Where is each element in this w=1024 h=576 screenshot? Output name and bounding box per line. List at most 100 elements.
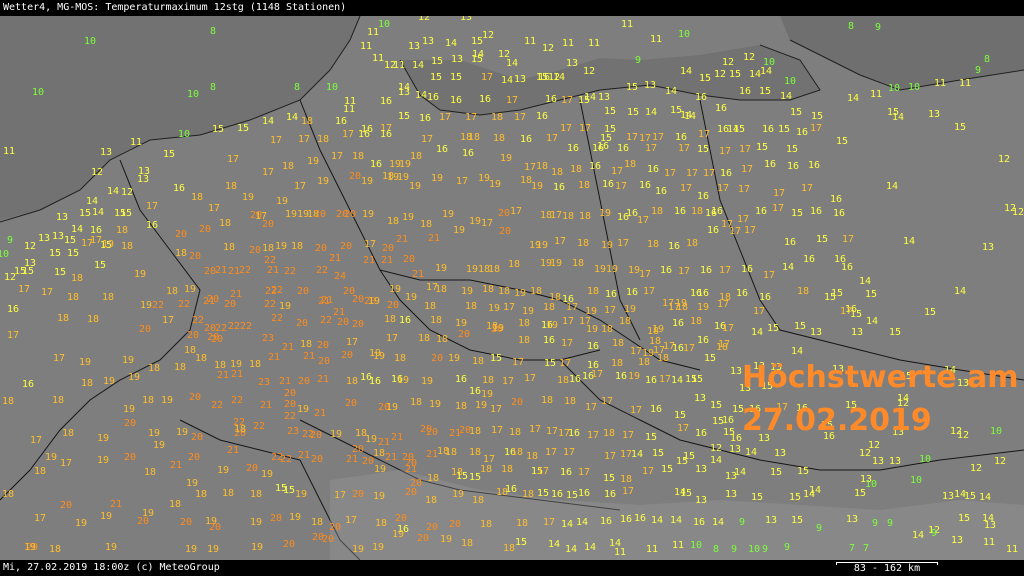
station-value: 14 — [809, 485, 821, 496]
station-value: 15 — [54, 267, 66, 278]
station-value: 17 — [331, 151, 343, 162]
station-value: 21 — [170, 460, 182, 471]
station-value: 9 — [635, 55, 641, 66]
station-value: 19 — [392, 529, 404, 540]
station-value: 16 — [796, 127, 808, 138]
station-value: 16 — [803, 254, 815, 265]
station-value: 20 — [315, 243, 327, 254]
station-value: 21 — [378, 437, 390, 448]
station-value: 19 — [207, 544, 219, 555]
station-value: 16 — [450, 95, 462, 106]
station-value: 15 — [676, 456, 688, 467]
station-value: 18 — [612, 338, 624, 349]
station-value: 17 — [298, 134, 310, 145]
station-value: 16 — [660, 265, 672, 276]
station-value: 11 — [524, 36, 536, 47]
station-value: 15 — [237, 123, 249, 134]
station-value: 13 — [872, 456, 884, 467]
station-value: 20 — [403, 254, 415, 265]
station-value: 20 — [175, 229, 187, 240]
station-value: 19 — [140, 300, 152, 311]
station-value: 14 — [671, 375, 683, 386]
station-value: 16 — [755, 206, 767, 217]
station-value: 19 — [251, 542, 263, 553]
station-value: 18 — [49, 544, 61, 555]
station-value: 20 — [246, 463, 258, 474]
station-value: 19 — [397, 375, 409, 386]
station-value: 12 — [970, 463, 982, 474]
station-value: 16 — [833, 208, 845, 219]
station-value: 19 — [652, 324, 664, 335]
station-value: 17 — [30, 435, 42, 446]
station-value: 17 — [439, 112, 451, 123]
station-value: 17 — [481, 72, 493, 83]
station-value: 11 — [646, 544, 658, 555]
station-value: 17 — [604, 305, 616, 316]
station-value: 13 — [695, 464, 707, 475]
station-value: 17 — [41, 287, 53, 298]
station-value: 18 — [603, 428, 615, 439]
station-value: 15 — [471, 54, 483, 65]
station-value: 17 — [554, 236, 566, 247]
station-value: 18 — [375, 518, 387, 529]
station-value: 19 — [185, 544, 197, 555]
station-value: 18 — [250, 489, 262, 500]
station-value: 15 — [544, 358, 556, 369]
station-value: 8 — [848, 21, 854, 32]
station-value: 20 — [298, 376, 310, 387]
station-value: 19 — [45, 452, 57, 463]
station-value: 16 — [536, 111, 548, 122]
station-value: 18 — [509, 427, 521, 438]
station-value: 9 — [7, 235, 13, 246]
station-value: 13 — [889, 456, 901, 467]
station-value: 12 — [542, 43, 554, 54]
station-value: 16 — [419, 113, 431, 124]
station-value: 16 — [830, 194, 842, 205]
station-value: 18 — [647, 239, 659, 250]
station-value: 10 — [888, 83, 900, 94]
station-value: 18 — [166, 286, 178, 297]
station-value: 19 — [624, 304, 636, 315]
station-value: 15 — [490, 353, 502, 364]
map-title: Wetter4, MG-MOS: Temperaturmaximum 12stg… — [3, 2, 347, 13]
station-value: 19 — [599, 208, 611, 219]
station-value: 18 — [387, 216, 399, 227]
station-value: 19 — [431, 173, 443, 184]
station-value: 17 — [342, 129, 354, 140]
station-value: 18 — [249, 359, 261, 370]
station-value: 22 — [228, 321, 240, 332]
station-value: 14 — [782, 262, 794, 273]
station-value: 17 — [617, 238, 629, 249]
station-value: 14 — [412, 60, 424, 71]
station-value: 19 — [481, 389, 493, 400]
station-value: 16 — [602, 179, 614, 190]
station-value: 19 — [421, 376, 433, 387]
station-value: 19 — [97, 455, 109, 466]
station-value: 19 — [295, 489, 307, 500]
station-value: 18 — [384, 314, 396, 325]
station-value: 18 — [480, 464, 492, 475]
station-value: 20 — [499, 226, 511, 237]
station-value: 16 — [358, 129, 370, 140]
station-value: 19 — [100, 511, 112, 522]
station-value: 18 — [508, 259, 520, 270]
station-value: 19 — [285, 209, 297, 220]
station-value: 18 — [638, 357, 650, 368]
station-value: 12 — [1012, 207, 1024, 218]
station-value: 13 — [730, 366, 742, 377]
station-value: 17 — [294, 181, 306, 192]
station-value: 16 — [173, 183, 185, 194]
station-value: 12 — [714, 69, 726, 80]
station-value: 14 — [745, 447, 757, 458]
station-value: 17 — [146, 201, 158, 212]
station-value: 16 — [695, 92, 707, 103]
station-value: 18 — [67, 292, 79, 303]
station-value: 20 — [352, 319, 364, 330]
footer-bar: Mi, 27.02.2019 18:00z (c) MeteoGroup 83 … — [0, 560, 1024, 576]
station-value: 20 — [283, 539, 295, 550]
station-value: 15 — [831, 288, 843, 299]
station-value: 18 — [543, 302, 555, 313]
station-value: 17 — [563, 447, 575, 458]
station-value: 19 — [307, 156, 319, 167]
station-value: 17 — [162, 315, 174, 326]
